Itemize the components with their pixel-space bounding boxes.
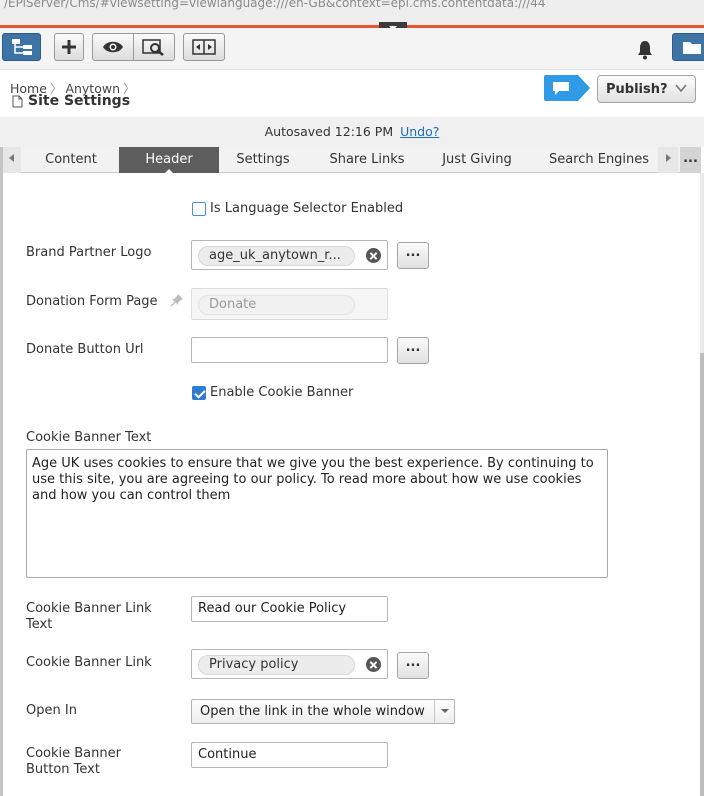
page-tree-button[interactable] <box>2 33 41 61</box>
cookie-banner-button-text-input[interactable]: Continue <box>191 742 388 768</box>
preview-button[interactable] <box>92 33 134 61</box>
cookie-banner-text-area[interactable]: Age UK uses cookies to ensure that we gi… <box>26 449 608 578</box>
cookie-banner-link-text-label: Cookie Banner Link Text <box>26 601 152 633</box>
open-in-value: Open the link in the whole window <box>200 704 425 719</box>
donation-form-page-label: Donation Form Page <box>26 294 158 309</box>
brand-partner-logo-field[interactable]: age_uk_anytown_r... <box>191 240 388 270</box>
tab-just-giving[interactable]: Just Giving <box>427 147 527 173</box>
view-settings-icon <box>142 39 164 56</box>
scrollbar-thumb[interactable] <box>700 353 704 796</box>
open-in-label: Open In <box>26 703 77 718</box>
clear-icon[interactable] <box>366 657 381 672</box>
tab-share-links[interactable]: Share Links <box>311 147 423 173</box>
tab-header[interactable]: Header <box>119 147 219 174</box>
cookie-banner-button-text-label-line2: Button Text <box>26 762 100 777</box>
address-url: /EPiServer/Cms/#viewsetting=viewlanguage… <box>4 0 546 10</box>
address-bar[interactable]: /EPiServer/Cms/#viewsetting=viewlanguage… <box>0 0 704 25</box>
left-gutter <box>0 147 3 796</box>
tab-search-engines[interactable]: Search Engines <box>537 147 661 173</box>
compare-icon <box>192 39 216 55</box>
bell-icon[interactable] <box>636 40 654 60</box>
assets-button[interactable] <box>672 33 704 61</box>
comment-button[interactable] <box>544 75 590 101</box>
donate-button-url-browse-button[interactable]: ... <box>397 337 429 364</box>
autosave-bar: Autosaved 12:16 PM Undo? <box>0 117 704 147</box>
view-settings-button[interactable] <box>133 33 175 61</box>
cookie-banner-button-text-label: Cookie Banner Button Text <box>26 746 121 778</box>
enable-cookie-banner-checkbox[interactable] <box>192 386 206 400</box>
brand-partner-logo-value: age_uk_anytown_r... <box>198 246 355 266</box>
brand-partner-logo-label: Brand Partner Logo <box>26 245 152 260</box>
clear-icon[interactable] <box>366 248 381 263</box>
page-title: Site Settings <box>12 93 130 109</box>
donation-form-page-value: Donate <box>198 295 355 315</box>
cookie-banner-link-label: Cookie Banner Link <box>26 655 152 670</box>
tab-settings[interactable]: Settings <box>219 147 307 173</box>
tab-scroll-right-button[interactable] <box>658 147 678 173</box>
global-toolbar <box>0 28 704 70</box>
publish-button[interactable]: Publish? <box>597 75 696 103</box>
cookie-banner-link-field[interactable]: Privacy policy <box>191 649 388 679</box>
plus-icon <box>62 40 76 54</box>
cookie-banner-button-text-label-line1: Cookie Banner <box>26 746 121 761</box>
compare-button[interactable] <box>183 33 225 61</box>
chevron-down-icon <box>675 84 687 93</box>
page-title-text: Site Settings <box>28 93 131 109</box>
chevron-down-icon <box>434 700 454 723</box>
cookie-banner-link-value: Privacy policy <box>198 655 355 675</box>
cookie-banner-link-browse-button[interactable]: ... <box>397 652 429 679</box>
tab-content[interactable]: Content <box>21 147 121 173</box>
open-in-select[interactable]: Open the link in the whole window <box>191 699 455 724</box>
donation-form-page-field: Donate <box>191 288 388 320</box>
folder-icon <box>683 42 701 54</box>
scrollbar[interactable] <box>700 173 704 796</box>
enable-cookie-banner-label: Enable Cookie Banner <box>210 385 354 400</box>
cookie-banner-link-text-label-line2: Text <box>26 617 53 632</box>
add-button[interactable] <box>54 33 84 61</box>
page-tree-icon <box>11 39 32 55</box>
page-icon <box>12 95 23 107</box>
donate-button-url-input[interactable] <box>191 337 388 363</box>
tab-more-button[interactable]: ... <box>680 147 701 173</box>
language-selector-label: Is Language Selector Enabled <box>210 201 404 216</box>
cookie-banner-link-text-label-line1: Cookie Banner Link <box>26 601 152 616</box>
eye-icon <box>103 41 123 53</box>
undo-link[interactable]: Undo? <box>400 124 439 139</box>
donate-button-url-label: Donate Button Url <box>26 342 144 357</box>
publish-label: Publish? <box>606 81 668 97</box>
tab-strip: Content Header Settings Share Links Just… <box>3 147 701 174</box>
pin-icon <box>170 294 183 307</box>
cookie-banner-text-label: Cookie Banner Text <box>26 430 152 445</box>
cookie-banner-link-text-input[interactable]: Read our Cookie Policy <box>191 596 388 622</box>
brand-partner-logo-browse-button[interactable]: ... <box>397 242 429 269</box>
autosave-text: Autosaved 12:16 PM <box>264 124 394 139</box>
tab-scroll-left-button[interactable] <box>3 147 21 173</box>
language-selector-checkbox[interactable] <box>192 202 206 216</box>
